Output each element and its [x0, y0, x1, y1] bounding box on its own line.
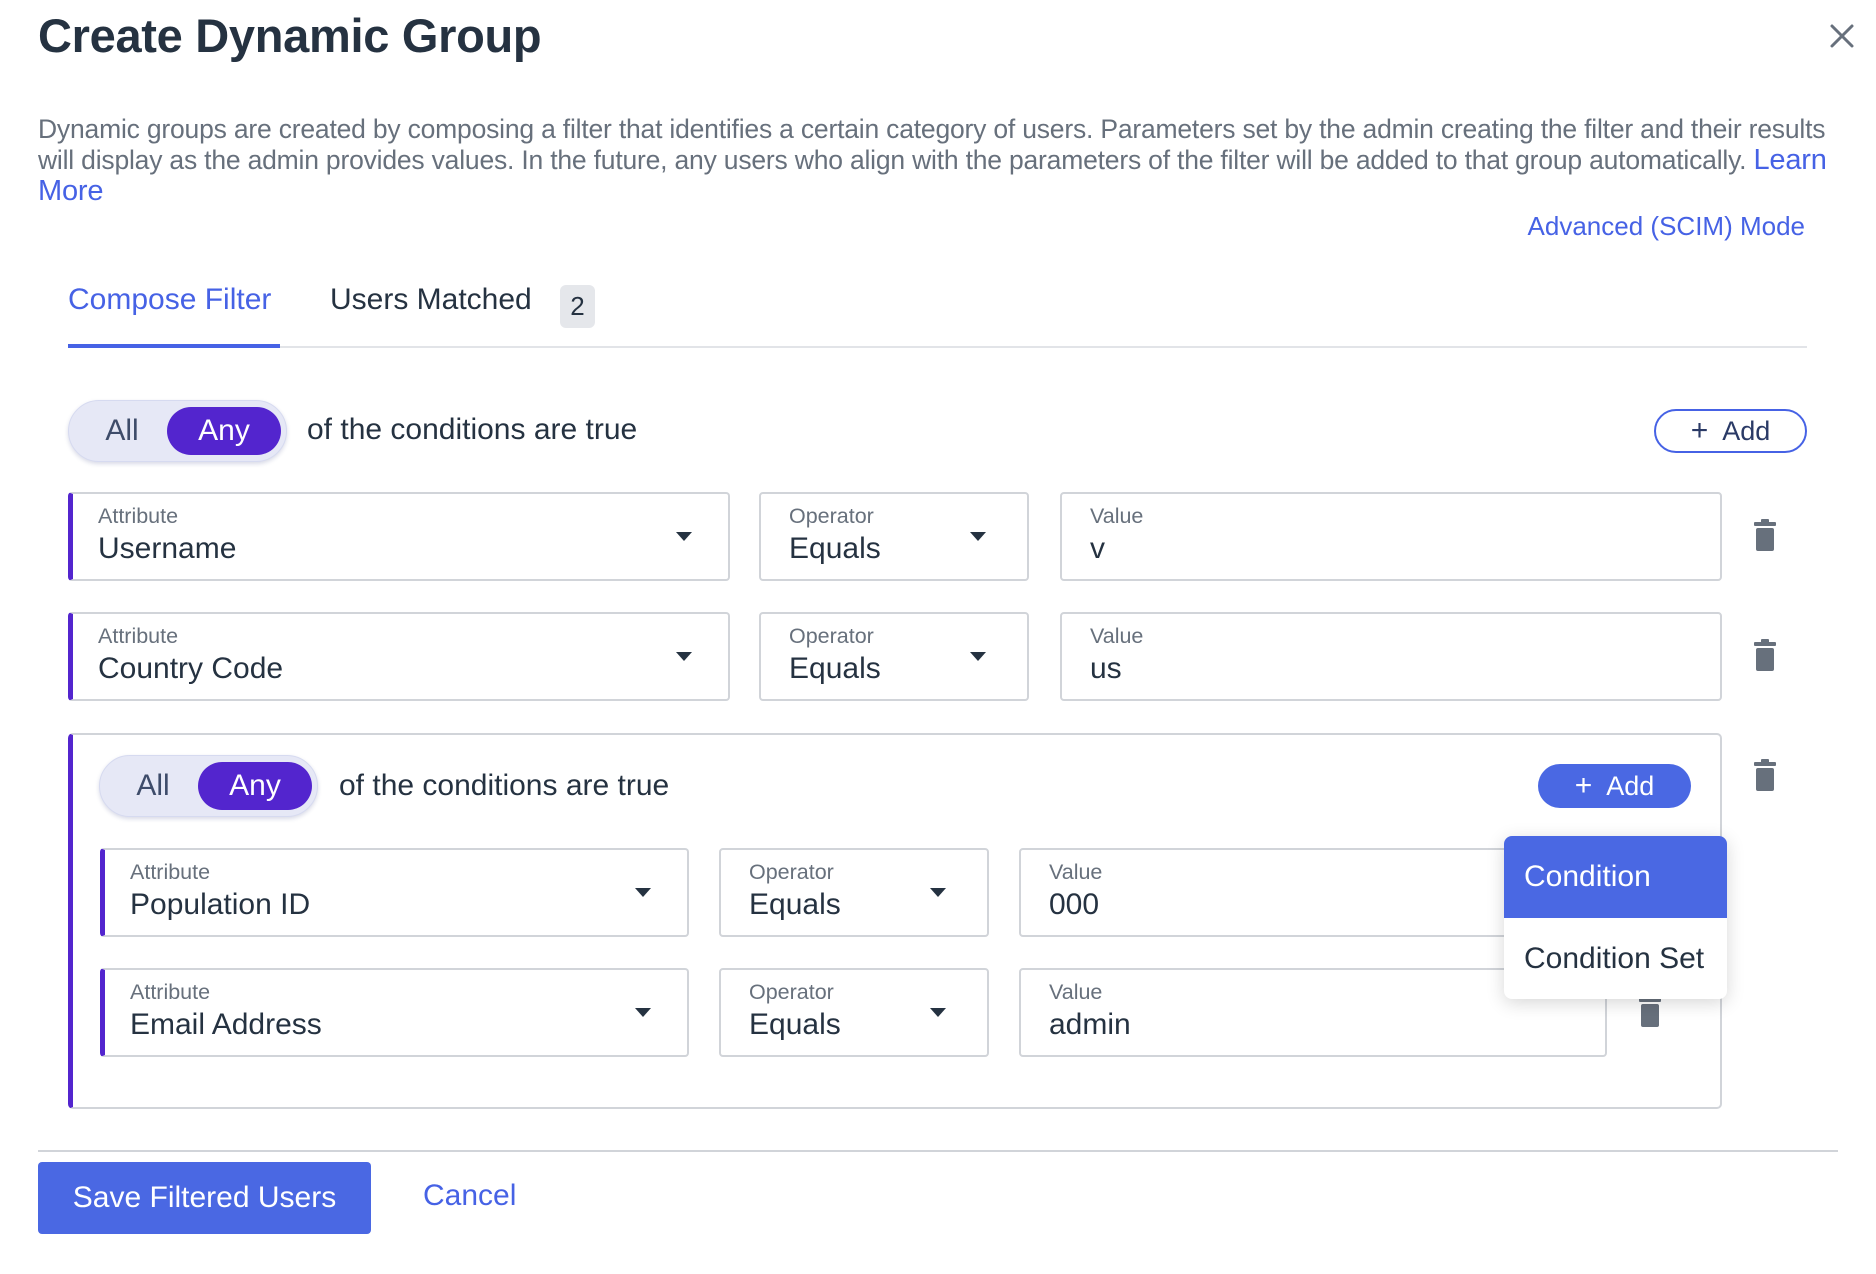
all-any-toggle: All Any	[68, 400, 287, 462]
attribute-value: Country Code	[98, 652, 284, 685]
trash-icon	[1754, 759, 1776, 791]
save-filtered-users-button[interactable]: Save Filtered Users	[38, 1162, 371, 1234]
group-add-button[interactable]: + Add	[1538, 764, 1691, 808]
dialog-title: Create Dynamic Group	[38, 9, 542, 62]
tab-users-matched[interactable]: Users Matched	[330, 283, 532, 317]
chevron-down-icon	[970, 652, 986, 661]
operator-value: Equals	[789, 532, 881, 565]
operator-select[interactable]: Operator Equals	[759, 612, 1029, 701]
toggle-all[interactable]: All	[108, 762, 198, 810]
delete-row-button[interactable]	[1754, 639, 1776, 671]
plus-icon: +	[1574, 769, 1593, 802]
group-all-any-toggle: All Any	[99, 755, 318, 817]
value-label: Value	[1090, 504, 1144, 528]
attribute-select[interactable]: Attribute Country Code	[68, 612, 730, 701]
value-label: Value	[1090, 624, 1144, 648]
operator-select[interactable]: Operator Equals	[719, 848, 989, 937]
toggle-any[interactable]: Any	[167, 407, 281, 455]
attribute-label: Attribute	[130, 980, 211, 1004]
menu-item-condition[interactable]: Condition	[1504, 836, 1727, 918]
value-label: Value	[1049, 980, 1103, 1004]
value-text: 000	[1049, 888, 1100, 921]
add-label: Add	[1606, 770, 1655, 801]
delete-group-button[interactable]	[1754, 759, 1776, 791]
operator-value: Equals	[789, 652, 881, 685]
delete-row-button[interactable]	[1639, 995, 1661, 1027]
operator-value: Equals	[749, 1008, 841, 1041]
trash-icon	[1639, 995, 1661, 1027]
tabs-divider	[68, 346, 1807, 348]
value-input[interactable]: Value us	[1060, 612, 1722, 701]
value-label: Value	[1049, 860, 1103, 884]
attribute-label: Attribute	[98, 504, 179, 528]
cancel-button[interactable]: Cancel	[423, 1179, 516, 1213]
tab-compose-filter[interactable]: Compose Filter	[68, 283, 271, 317]
close-button[interactable]	[1828, 22, 1856, 50]
operator-select[interactable]: Operator Equals	[759, 492, 1029, 581]
operator-label: Operator	[749, 860, 834, 884]
add-button[interactable]: + Add	[1654, 409, 1807, 453]
users-matched-count-badge: 2	[560, 285, 595, 328]
advanced-scim-mode-link[interactable]: Advanced (SCIM) Mode	[1528, 211, 1805, 242]
menu-item-condition-set[interactable]: Condition Set	[1504, 918, 1727, 999]
value-text: admin	[1049, 1008, 1131, 1041]
operator-label: Operator	[789, 504, 874, 528]
chevron-down-icon	[676, 532, 692, 541]
delete-row-button[interactable]	[1754, 519, 1776, 551]
footer-divider	[38, 1150, 1838, 1152]
chevron-down-icon	[930, 888, 946, 897]
attribute-select[interactable]: Attribute Email Address	[100, 968, 689, 1057]
chevron-down-icon	[676, 652, 692, 661]
add-label: Add	[1722, 415, 1771, 446]
dialog-description: Dynamic groups are created by composing …	[38, 114, 1838, 207]
attribute-value: Email Address	[130, 1008, 322, 1041]
add-dropdown-menu: Condition Condition Set	[1504, 836, 1727, 999]
chevron-down-icon	[970, 532, 986, 541]
attribute-value: Population ID	[130, 888, 311, 921]
operator-label: Operator	[789, 624, 874, 648]
close-icon	[1830, 24, 1854, 48]
value-text: us	[1090, 652, 1122, 685]
attribute-select[interactable]: Attribute Population ID	[100, 848, 689, 937]
trash-icon	[1754, 639, 1776, 671]
operator-value: Equals	[749, 888, 841, 921]
plus-icon: +	[1690, 414, 1709, 447]
toggle-all[interactable]: All	[77, 407, 167, 455]
toggle-any[interactable]: Any	[198, 762, 312, 810]
operator-select[interactable]: Operator Equals	[719, 968, 989, 1057]
operator-label: Operator	[749, 980, 834, 1004]
description-text: Dynamic groups are created by composing …	[38, 114, 1826, 175]
value-text: v	[1090, 532, 1105, 565]
conditions-text: of the conditions are true	[307, 413, 638, 446]
trash-icon	[1754, 519, 1776, 551]
attribute-select[interactable]: Attribute Username	[68, 492, 730, 581]
chevron-down-icon	[930, 1008, 946, 1017]
attribute-value: Username	[98, 532, 237, 565]
attribute-label: Attribute	[130, 860, 211, 884]
group-conditions-text: of the conditions are true	[339, 769, 670, 802]
value-input[interactable]: Value v	[1060, 492, 1722, 581]
attribute-label: Attribute	[98, 624, 179, 648]
active-tab-indicator	[68, 344, 280, 348]
chevron-down-icon	[635, 1008, 651, 1017]
chevron-down-icon	[635, 888, 651, 897]
